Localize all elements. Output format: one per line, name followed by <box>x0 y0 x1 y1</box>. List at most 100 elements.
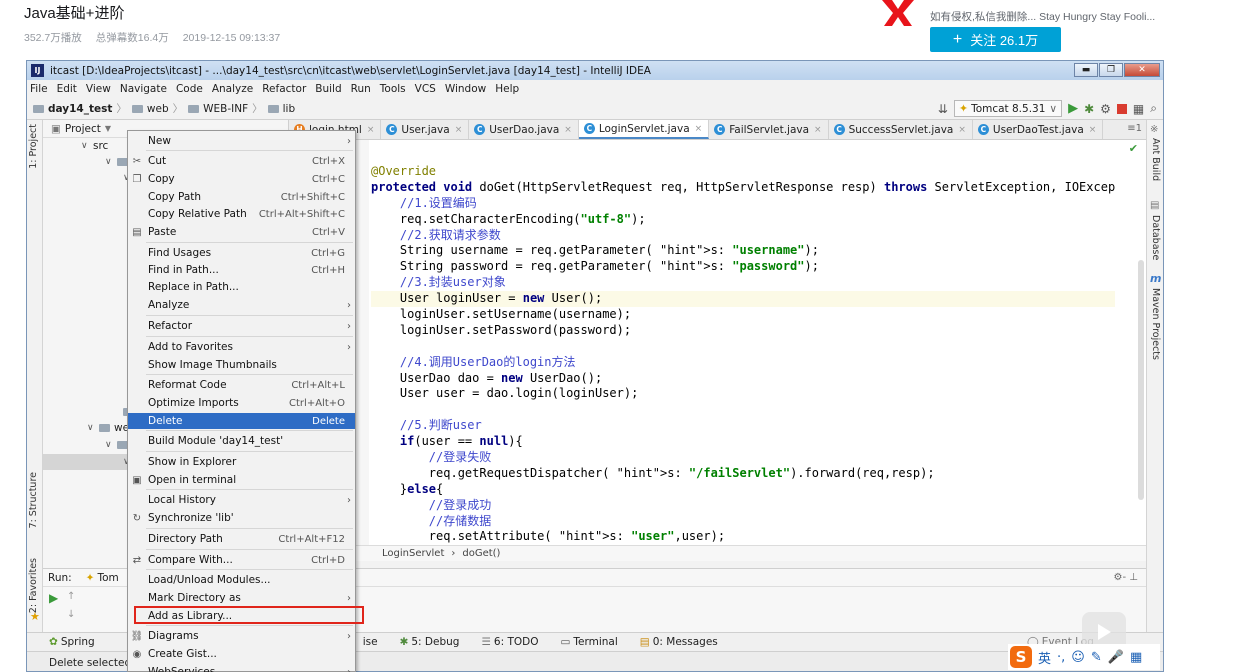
menu-item-replace-in-path[interactable]: Replace in Path... <box>128 279 355 295</box>
menu-item-diagrams[interactable]: ⛓ Diagrams › <box>128 628 355 644</box>
menu-item-open-in-terminal[interactable]: ▣ Open in terminal <box>128 472 355 488</box>
tab-user-java[interactable]: C User.java × <box>381 120 470 139</box>
structure-tool-tab[interactable]: 7: Structure <box>28 472 39 528</box>
database-tab[interactable]: Database <box>1150 215 1161 260</box>
project-structure-icon[interactable]: ▦ <box>1133 102 1144 116</box>
menu-item-directory-path[interactable]: Directory Path Ctrl+Alt+F12 <box>128 531 355 547</box>
up-avatar-icon[interactable] <box>878 0 918 26</box>
breadcrumb-method[interactable]: doGet() <box>462 548 500 559</box>
code-line[interactable]: //登录失败 <box>371 450 1115 466</box>
skin-icon[interactable]: ✎ <box>1091 650 1102 665</box>
code-line[interactable] <box>371 402 1115 418</box>
follow-button[interactable]: + 关注 26.1万 <box>930 27 1061 52</box>
menu-item-synchronize-lib[interactable]: ↻ Synchronize 'lib' <box>128 510 355 526</box>
run-panel-settings-icon[interactable]: ⚙- ⊥ <box>1114 572 1138 583</box>
microphone-icon[interactable]: 🎤 <box>1108 650 1124 665</box>
tab-failservlet-java[interactable]: C FailServlet.java × <box>709 120 829 139</box>
breadcrumb-class[interactable]: LoginServlet <box>382 548 444 559</box>
menu-item-new[interactable]: New › <box>128 133 355 149</box>
tab-userdaotest-java[interactable]: C UserDaoTest.java × <box>973 120 1104 139</box>
close-tab-icon[interactable]: × <box>455 125 463 135</box>
menu-item-compare-with[interactable]: ⇄ Compare With... Ctrl+D <box>128 552 355 568</box>
code-line[interactable]: UserDao dao = new UserDao(); <box>371 371 1115 387</box>
sogou-ime-icon[interactable]: S <box>1010 646 1032 668</box>
maximize-icon[interactable]: ❐ <box>1099 63 1123 77</box>
menu-view[interactable]: View <box>86 83 111 95</box>
code-content[interactable]: @Override protected void doGet(HttpServle… <box>371 164 1116 545</box>
menu-file[interactable]: File <box>30 83 48 95</box>
menu-vcs[interactable]: VCS <box>415 83 436 95</box>
menu-run[interactable]: Run <box>351 83 371 95</box>
menu-edit[interactable]: Edit <box>57 83 77 95</box>
menu-analyze[interactable]: Analyze <box>212 83 253 95</box>
menu-refactor[interactable]: Refactor <box>262 83 306 95</box>
breadcrumb-lib[interactable]: lib <box>267 103 295 115</box>
code-line[interactable]: loginUser.setUsername(username); <box>371 307 1115 323</box>
menu-item-paste[interactable]: ▤ Paste Ctrl+V <box>128 224 355 240</box>
stop-run-icon[interactable]: ↑ <box>67 591 75 602</box>
code-line[interactable]: //登录成功 <box>371 498 1115 514</box>
menu-item-build-module-day14-test[interactable]: Build Module 'day14_test' <box>128 433 355 449</box>
menu-window[interactable]: Window <box>445 83 486 95</box>
maven-projects-tab[interactable]: Maven Projects <box>1150 288 1161 360</box>
ime-language[interactable]: 英 <box>1038 648 1051 667</box>
debug-tool-tab[interactable]: ✱ 5: Debug <box>400 636 460 648</box>
breadcrumb-web-inf[interactable]: WEB-INF <box>188 103 248 115</box>
code-line[interactable]: req.setAttribute( "hint">s: "user",user)… <box>371 529 1115 545</box>
code-line[interactable]: //2.获取请求参数 <box>371 228 1115 244</box>
editor-scrollbar[interactable] <box>1138 260 1144 500</box>
rerun-icon[interactable]: ▶ <box>49 591 58 605</box>
code-line[interactable]: loginUser.setPassword(password); <box>371 323 1115 339</box>
code-line[interactable]: String password = req.getParameter( "hin… <box>371 259 1115 275</box>
menu-item-load-unload-modules[interactable]: Load/Unload Modules... <box>128 572 355 588</box>
tab-loginservlet-java[interactable]: C LoginServlet.java × <box>578 120 710 139</box>
menu-item-webservices[interactable]: WebServices › <box>128 664 355 672</box>
code-line[interactable]: if(user == null){ <box>371 434 1115 450</box>
run-icon[interactable]: ▶ <box>1068 101 1078 116</box>
menu-item-cut[interactable]: ✂ Cut Ctrl+X <box>128 153 355 169</box>
code-line[interactable]: }else{ <box>371 482 1115 498</box>
minimize-icon[interactable]: ▬ <box>1074 63 1098 77</box>
menu-build[interactable]: Build <box>315 83 341 95</box>
close-tab-icon[interactable]: × <box>367 125 375 135</box>
toolbox-icon[interactable]: ▦ <box>1130 650 1142 665</box>
breadcrumb-module[interactable]: day14_test <box>33 103 112 115</box>
code-line[interactable]: String username = req.getParameter( "hin… <box>371 243 1115 259</box>
coverage-icon[interactable]: ⚙ <box>1100 102 1111 116</box>
menu-item-copy[interactable]: ❐ Copy Ctrl+C <box>128 171 355 187</box>
stop-icon[interactable] <box>1116 103 1127 114</box>
code-line[interactable]: User user = dao.login(loginUser); <box>371 386 1115 402</box>
menu-item-find-usages[interactable]: Find Usages Ctrl+G <box>128 245 355 261</box>
ime-punctuation[interactable]: ·, <box>1057 650 1065 665</box>
menu-item-copy-relative-path[interactable]: Copy Relative Path Ctrl+Alt+Shift+C <box>128 206 355 222</box>
menu-item-delete[interactable]: Delete Delete <box>128 413 355 429</box>
code-line[interactable]: req.getRequestDispatcher( "hint">s: "/fa… <box>371 466 1115 482</box>
menu-help[interactable]: Help <box>495 83 519 95</box>
build-icon[interactable]: ⇊ <box>938 102 948 116</box>
tab-list-menu[interactable]: ≡1 <box>1127 123 1142 134</box>
debug-icon[interactable]: ✱ <box>1084 102 1094 116</box>
menu-item-mark-directory-as[interactable]: Mark Directory as › <box>128 590 355 606</box>
project-tool-tab[interactable]: 1: Project <box>28 124 39 169</box>
menu-item-show-image-thumbnails[interactable]: Show Image Thumbnails <box>128 357 355 373</box>
menu-navigate[interactable]: Navigate <box>120 83 167 95</box>
code-line[interactable]: //1.设置编码 <box>371 196 1115 212</box>
ant-build-tab[interactable]: Ant Build <box>1150 138 1161 181</box>
menu-item-find-in-path[interactable]: Find in Path... Ctrl+H <box>128 262 355 278</box>
scroll-down-icon[interactable]: ↓ <box>67 609 75 620</box>
tree-src[interactable]: ∨ src <box>81 138 108 154</box>
close-tab-icon[interactable]: × <box>564 125 572 135</box>
run-tab[interactable]: Tom <box>97 572 118 584</box>
code-line[interactable]: protected void doGet(HttpServletRequest … <box>371 180 1115 196</box>
menu-item-create-gist[interactable]: ◉ Create Gist... <box>128 646 355 662</box>
menu-item-refactor[interactable]: Refactor › <box>128 318 355 334</box>
code-line[interactable]: @Override <box>371 164 1115 180</box>
window-titlebar[interactable]: IJ itcast [D:\IdeaProjects\itcast] - ...… <box>27 61 1163 80</box>
close-tab-icon[interactable]: × <box>695 124 703 134</box>
close-icon[interactable]: ✕ <box>1124 63 1160 77</box>
run-config-select[interactable]: ✦ Tomcat 8.5.31 ∨ <box>953 100 1063 117</box>
code-line[interactable]: //5.判断user <box>371 418 1115 434</box>
code-line[interactable] <box>371 339 1115 355</box>
close-tab-icon[interactable]: × <box>958 125 966 135</box>
spring-tool-tab[interactable]: ✿ Spring <box>49 636 95 648</box>
